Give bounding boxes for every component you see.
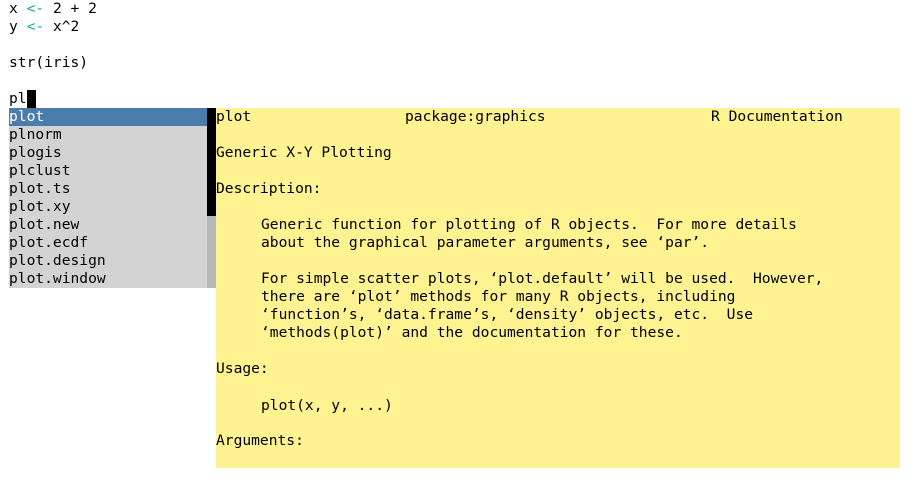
documentation-popup: plot package:graphics R Documentation Ge… — [216, 108, 900, 468]
code-line-1: x <- 2 + 2 — [9, 0, 97, 18]
doc-header-name: plot — [216, 108, 252, 125]
code-line-6[interactable]: pl — [9, 90, 36, 108]
code-token: x — [9, 0, 18, 17]
doc-description-text: about the graphical parameter arguments,… — [261, 234, 710, 251]
completion-item[interactable]: plclust — [9, 162, 207, 180]
completion-item[interactable]: plot.ts — [9, 180, 207, 198]
doc-description-text: For simple scatter plots, ‘plot.default’… — [261, 270, 824, 287]
completion-item[interactable]: plot — [9, 108, 207, 126]
text-cursor — [26, 90, 36, 108]
completion-item[interactable]: plnorm — [9, 126, 207, 144]
completion-item[interactable]: plot.xy — [9, 198, 207, 216]
doc-description-text: Generic function for plotting of R objec… — [261, 216, 797, 233]
doc-arguments-heading: Arguments: — [216, 432, 304, 449]
doc-description-heading: Description: — [216, 180, 322, 197]
doc-header-source: R Documentation — [711, 108, 843, 125]
doc-description-text: ‘methods(plot)’ and the documentation fo… — [261, 324, 683, 341]
code-line-4: str(iris) — [9, 54, 89, 71]
completion-item[interactable]: plogis — [9, 144, 207, 162]
completion-item[interactable]: plot.ecdf — [9, 234, 207, 252]
doc-usage-code: plot(x, y, ...) — [261, 397, 393, 414]
doc-title: Generic X-Y Plotting — [216, 144, 392, 161]
completion-item[interactable]: plot.design — [9, 252, 207, 270]
doc-usage-heading: Usage: — [216, 360, 269, 377]
doc-header-package: package:graphics — [405, 108, 546, 125]
typed-text: pl — [9, 90, 27, 107]
completion-scrollbar-thumb[interactable] — [207, 108, 216, 216]
completion-scrollbar[interactable] — [207, 108, 216, 288]
completion-list[interactable]: plot plnorm plogis plclust plot.ts plot.xy plo… — [9, 108, 207, 288]
code-token: x^2 — [52, 18, 80, 35]
code-line-2: y <- x^2 — [9, 18, 79, 36]
completion-item[interactable]: plot.new — [9, 216, 207, 234]
completion-item[interactable]: plot.window — [9, 270, 207, 288]
code-token: y — [9, 18, 18, 35]
code-token: 2 + 2 — [52, 0, 97, 17]
doc-description-text: there are ‘plot’ methods for many R obje… — [261, 288, 736, 305]
assign-operator: <- — [26, 0, 45, 17]
assign-operator: <- — [26, 18, 45, 35]
doc-description-text: ‘function’s, ‘data.frame’s, ‘density’ ob… — [261, 306, 754, 323]
